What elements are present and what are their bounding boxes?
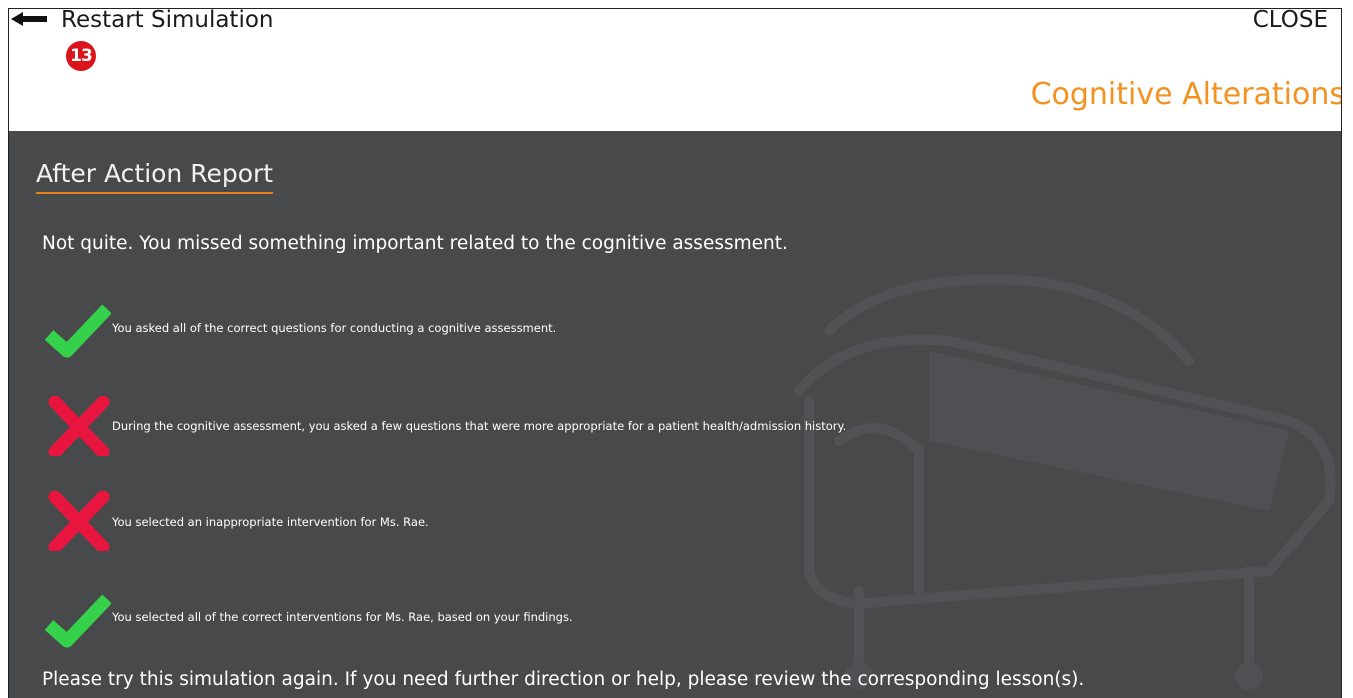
red-x-icon (48, 396, 110, 456)
after-action-report-panel: After Action Report Not quite. You misse… (9, 131, 1341, 698)
step-number-badge: 13 (66, 41, 96, 71)
back-arrow-icon[interactable] (11, 12, 47, 26)
result-item-3: You selected an inappropriate interventi… (45, 491, 1045, 551)
green-check-icon (45, 594, 111, 648)
result-item-text: You selected an inappropriate interventi… (112, 515, 429, 529)
result-item-1: You asked all of the correct questions f… (45, 301, 1045, 361)
result-item-text: You asked all of the correct questions f… (112, 321, 557, 335)
report-title: After Action Report (36, 159, 274, 194)
close-button[interactable]: CLOSE (1253, 9, 1328, 33)
result-item-text: During the cognitive assessment, you ask… (112, 419, 847, 433)
retry-message: Please try this simulation again. If you… (42, 669, 1085, 690)
result-item-4: You selected all of the correct interven… (45, 591, 1045, 651)
result-item-text: You selected all of the correct interven… (112, 610, 573, 624)
simulation-window: Restart Simulation 13 CLOSE Cognitive Al… (8, 8, 1342, 698)
red-x-icon (48, 491, 110, 551)
module-title: Cognitive Alterations (1030, 77, 1342, 112)
result-item-2: During the cognitive assessment, you ask… (45, 396, 1045, 456)
top-bar: Restart Simulation 13 CLOSE Cognitive Al… (9, 9, 1341, 131)
report-intro: Not quite. You missed something importan… (42, 233, 788, 254)
restart-simulation-button[interactable]: Restart Simulation (61, 9, 274, 33)
green-check-icon (45, 304, 111, 358)
